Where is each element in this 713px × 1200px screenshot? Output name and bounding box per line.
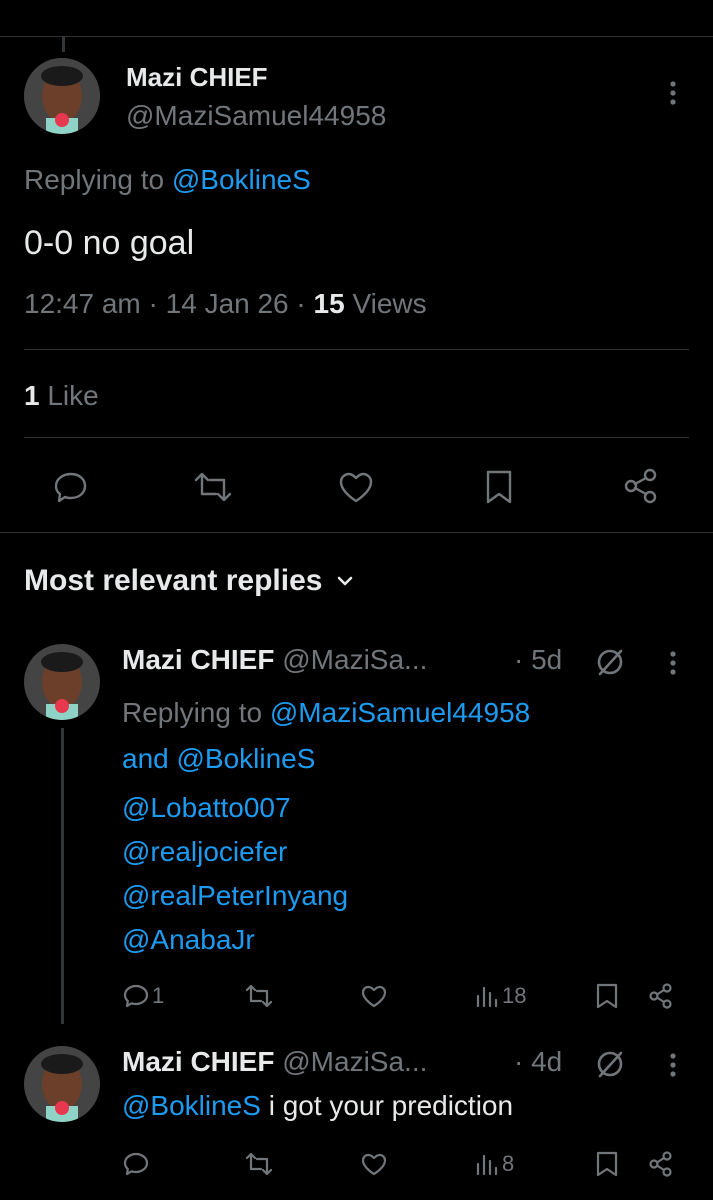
reply-header: Mazi CHIEF @MaziSa...	[122, 1046, 427, 1078]
mention-link[interactable]: @realjociefer	[122, 830, 348, 874]
repost-icon[interactable]	[244, 982, 274, 1010]
replies-sort-toggle[interactable]: Most relevant replies	[24, 564, 354, 598]
avatar[interactable]	[24, 644, 100, 720]
reply-button[interactable]: 1	[122, 982, 164, 1010]
replying-prefix: Replying to	[24, 164, 172, 195]
replying-and: and	[122, 743, 177, 774]
repost-icon[interactable]	[244, 1150, 274, 1178]
avatar[interactable]	[24, 1046, 100, 1122]
bookmark-icon[interactable]	[482, 468, 516, 506]
mention-link[interactable]: @BoklineS	[122, 1090, 261, 1121]
more-options-icon[interactable]	[668, 80, 678, 106]
views-icon	[474, 1150, 500, 1178]
author-handle[interactable]: @MaziSamuel44958	[126, 100, 386, 132]
reply-author-handle[interactable]: @MaziSa...	[282, 1046, 427, 1077]
share-icon[interactable]	[620, 466, 662, 506]
tweet-meta: 12:47 am · 14 Jan 26 · 15 Views	[24, 288, 427, 319]
reply-text: @BoklineS i got your prediction	[122, 1090, 513, 1122]
like-icon[interactable]	[336, 468, 376, 506]
replying-prefix: Replying to	[122, 697, 270, 728]
likes-label: Like	[47, 380, 99, 411]
meta-divider	[24, 349, 689, 350]
bookmark-icon[interactable]	[594, 982, 620, 1010]
more-options-icon[interactable]	[668, 1052, 678, 1078]
views-label: Views	[352, 288, 427, 319]
likes-summary[interactable]: 1 Like	[24, 380, 99, 412]
replying-to-link[interactable]: @BoklineS	[177, 743, 316, 774]
thread-line-top	[62, 36, 65, 52]
share-icon[interactable]	[646, 981, 676, 1011]
tweet-date[interactable]: 14 Jan 26	[166, 288, 289, 319]
actions-divider	[0, 532, 713, 533]
author-name[interactable]: Mazi CHIEF	[126, 62, 268, 93]
bookmark-icon[interactable]	[594, 1150, 620, 1178]
reply-author-handle[interactable]: @MaziSa...	[282, 644, 427, 675]
avatar[interactable]	[24, 58, 100, 134]
reply-author-name[interactable]: Mazi CHIEF	[122, 1046, 274, 1077]
replying-to-link[interactable]: @BoklineS	[172, 164, 311, 195]
reply-author-name[interactable]: Mazi CHIEF	[122, 644, 274, 675]
views-icon	[474, 982, 500, 1010]
views-count: 18	[502, 983, 527, 1008]
chevron-down-icon	[336, 574, 354, 588]
likes-count: 1	[24, 380, 40, 411]
reply-age[interactable]: · 4d	[514, 1046, 562, 1078]
mention-link[interactable]: @realPeterInyang	[122, 874, 348, 918]
tweet-time[interactable]: 12:47 am	[24, 288, 141, 319]
like-icon[interactable]	[360, 1150, 388, 1178]
more-options-icon[interactable]	[668, 650, 678, 676]
grok-icon[interactable]	[594, 646, 626, 678]
grok-icon[interactable]	[594, 1048, 626, 1080]
reply-mentions: @Lobatto007 @realjociefer @realPeterInya…	[122, 786, 348, 962]
views-button[interactable]: 8	[474, 1150, 514, 1178]
share-icon[interactable]	[646, 1149, 676, 1179]
mention-link[interactable]: @Lobatto007	[122, 786, 348, 830]
views-button[interactable]: 18	[474, 982, 526, 1010]
reply-header: Mazi CHIEF @MaziSa...	[122, 644, 427, 676]
mention-link[interactable]: @AnabaJr	[122, 918, 348, 962]
repost-icon[interactable]	[192, 468, 234, 506]
likes-divider	[24, 437, 689, 438]
top-divider	[0, 36, 713, 37]
reply-body: i got your prediction	[260, 1090, 514, 1121]
views-count: 15	[313, 288, 345, 319]
reply-icon[interactable]	[122, 1150, 150, 1178]
replies-sort-label: Most relevant replies	[24, 564, 323, 597]
replying-to: Replying to @BoklineS	[24, 164, 311, 196]
replying-to-link[interactable]: @MaziSamuel44958	[270, 697, 530, 728]
reply-icon[interactable]	[52, 468, 90, 506]
reply-count: 1	[152, 983, 165, 1008]
thread-connector	[61, 728, 64, 1024]
like-icon[interactable]	[360, 982, 388, 1010]
reply-replying-to: Replying to @MaziSamuel44958 and @Boklin…	[122, 690, 682, 782]
views-count: 8	[502, 1151, 515, 1176]
tweet-text: 0-0 no goal	[24, 224, 195, 262]
reply-icon	[122, 982, 150, 1010]
reply-age[interactable]: · 5d	[514, 644, 562, 676]
